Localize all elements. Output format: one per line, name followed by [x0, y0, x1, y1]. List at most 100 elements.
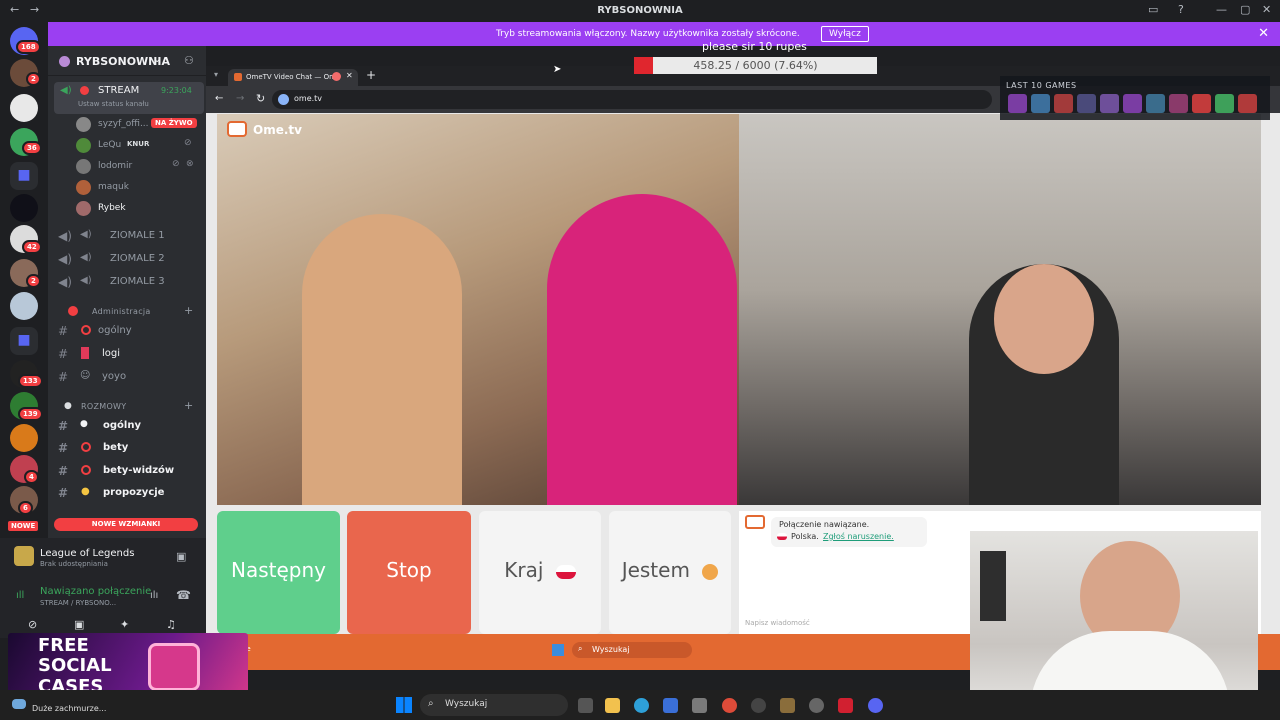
- voice-user[interactable]: maquk: [72, 178, 202, 197]
- close-banner-icon[interactable]: ✕: [1258, 26, 1269, 41]
- add-channel-icon[interactable]: +: [184, 304, 194, 317]
- text-channel[interactable]: # bety-widzów: [48, 461, 206, 481]
- voice-user[interactable]: Rybek: [72, 199, 202, 218]
- text-channel[interactable]: # ☺ yoyo: [48, 367, 206, 387]
- speaker-icon: ◀): [58, 275, 72, 289]
- task-view-icon[interactable]: [578, 698, 593, 713]
- speaker-object: [980, 551, 1006, 621]
- window-titlebar: ← → RYBSONOWNIA ▭ ? — ▢ ✕: [0, 0, 1280, 22]
- app-icon[interactable]: [751, 698, 766, 713]
- tab-search-icon[interactable]: ▾: [214, 70, 218, 79]
- discord-icon[interactable]: [868, 698, 883, 713]
- next-button[interactable]: Następny: [217, 511, 340, 634]
- minimize-icon[interactable]: —: [1216, 3, 1227, 16]
- edge-icon[interactable]: [634, 698, 649, 713]
- category-admin[interactable]: Administracja +: [64, 304, 206, 320]
- voice-user[interactable]: syzyf_offi... NA ŻYWO: [72, 115, 202, 134]
- noise-suppression-icon[interactable]: ılı: [150, 590, 158, 601]
- stop-button[interactable]: Stop: [347, 511, 471, 634]
- taskbar-search[interactable]: ⌕ Wyszukaj: [420, 694, 568, 716]
- new-mentions-button[interactable]: NOWE WZMIANKI: [54, 518, 198, 531]
- help-icon[interactable]: ?: [1178, 3, 1184, 16]
- live-dot-icon: [80, 86, 89, 95]
- url-field[interactable]: ome.tv: [272, 90, 992, 109]
- set-channel-status[interactable]: Ustaw status kanału: [78, 100, 149, 108]
- settings-icon[interactable]: [809, 698, 824, 713]
- server-badge: 4: [24, 470, 39, 484]
- reload-icon[interactable]: ↻: [256, 92, 265, 105]
- server-header[interactable]: RYBSONOWNIA ⌄ ⚇: [48, 46, 206, 76]
- voice-channel-name: ZIOMALE 2: [110, 253, 165, 264]
- mail-icon[interactable]: [663, 698, 678, 713]
- screen-share-icon[interactable]: ▣: [74, 618, 84, 631]
- windows-start-icon[interactable]: [396, 697, 412, 713]
- category-talks[interactable]: ● ROZMOWY +: [64, 399, 206, 415]
- maximize-icon[interactable]: ▢: [1240, 3, 1250, 16]
- no-entry-icon: [81, 325, 91, 335]
- weather-text[interactable]: Duże zachmurze...: [32, 704, 106, 713]
- text-channel[interactable]: # ● ogólny: [48, 416, 206, 436]
- screen-share-icon[interactable]: ▣: [176, 550, 186, 563]
- server-icon[interactable]: [10, 424, 38, 452]
- channel-name: ogólny: [103, 420, 141, 431]
- add-member-icon[interactable]: ⚇: [184, 54, 194, 67]
- speech-bubble-icon: ●: [80, 419, 88, 429]
- new-tab-icon[interactable]: +: [366, 68, 376, 82]
- window-title: RYBSONOWNIA: [597, 5, 683, 16]
- report-link[interactable]: Zgłoś naruszenie.: [823, 532, 894, 541]
- disable-streamer-mode-button[interactable]: Wyłącz: [821, 26, 869, 42]
- poland-flag-icon: [555, 564, 576, 579]
- weather-icon[interactable]: [12, 699, 26, 709]
- donation-progress-text: 458.25 / 6000 (7.64%): [693, 59, 818, 72]
- voice-user[interactable]: LeQu KNUR ⊘: [72, 136, 202, 155]
- folder-icon[interactable]: ■: [10, 327, 38, 355]
- site-info-icon[interactable]: [278, 94, 289, 105]
- channel-name: ogólny: [98, 325, 132, 336]
- file-explorer-icon[interactable]: [605, 698, 620, 713]
- store-icon[interactable]: [692, 698, 707, 713]
- close-tab-icon[interactable]: ✕: [346, 71, 353, 80]
- text-channel[interactable]: # ogólny: [48, 321, 206, 341]
- browser-tab[interactable]: OmeTV Video Chat — Ome ✕: [228, 69, 358, 86]
- connection-sub: STREAM / RYBSONO...: [40, 599, 117, 607]
- close-window-icon[interactable]: ✕: [1262, 3, 1271, 16]
- text-channel[interactable]: # bety: [48, 438, 206, 458]
- message-input[interactable]: Napisz wiadomość: [745, 619, 810, 627]
- champion-icon: [1169, 94, 1188, 113]
- voice-channel[interactable]: ◀) ◀) ZIOMALE 3: [48, 272, 206, 292]
- search-icon: ⌕: [428, 698, 434, 709]
- new-badge[interactable]: NOWE: [6, 519, 41, 533]
- disconnect-icon[interactable]: ☎: [176, 588, 191, 602]
- soundboard-icon[interactable]: ♫: [166, 618, 176, 631]
- server-icon[interactable]: [10, 94, 38, 122]
- capcut-icon[interactable]: [838, 698, 853, 713]
- forward-arrow-icon[interactable]: →: [236, 93, 244, 104]
- avatar: [76, 180, 91, 195]
- channel-name: bety-widzów: [103, 465, 175, 476]
- server-icon[interactable]: [10, 292, 38, 320]
- captured-search: ⌕ Wyszukaj: [572, 642, 692, 658]
- voice-channel[interactable]: ◀) ◀) ZIOMALE 2: [48, 249, 206, 269]
- system-message: Połączenie nawiązane. Polska. Zgłoś naru…: [771, 517, 927, 547]
- category-name: ROZMOWY: [81, 402, 127, 411]
- connection-title: Nawiązano połączenie: [40, 586, 152, 597]
- add-channel-icon[interactable]: +: [184, 399, 194, 412]
- gender-button[interactable]: Jestem: [609, 511, 731, 634]
- text-channel[interactable]: # ● propozycje: [48, 483, 206, 503]
- camera-off-icon[interactable]: ⊘: [28, 618, 37, 631]
- speaker-icon: ◀): [60, 85, 72, 96]
- voice-channel[interactable]: ◀) ◀) ZIOMALE 1: [48, 226, 206, 246]
- champion-icon: [1054, 94, 1073, 113]
- voice-channel-stream[interactable]: ◀) STREAM 9:23:04 Ustaw status kanału: [54, 82, 204, 114]
- country-button[interactable]: Kraj: [479, 511, 601, 634]
- league-icon[interactable]: [780, 698, 795, 713]
- chrome-icon[interactable]: [722, 698, 737, 713]
- server-icon[interactable]: [10, 194, 38, 222]
- voice-user[interactable]: lodomir ⊘ ⊗: [72, 157, 202, 176]
- back-arrow-icon[interactable]: ←: [215, 93, 223, 104]
- folder-icon[interactable]: ■: [10, 162, 38, 190]
- screen-icon[interactable]: ▭: [1148, 3, 1158, 16]
- captured-search-text: Wyszukaj: [592, 645, 630, 654]
- activities-icon[interactable]: ✦: [120, 618, 129, 631]
- text-channel[interactable]: # logi: [48, 344, 206, 364]
